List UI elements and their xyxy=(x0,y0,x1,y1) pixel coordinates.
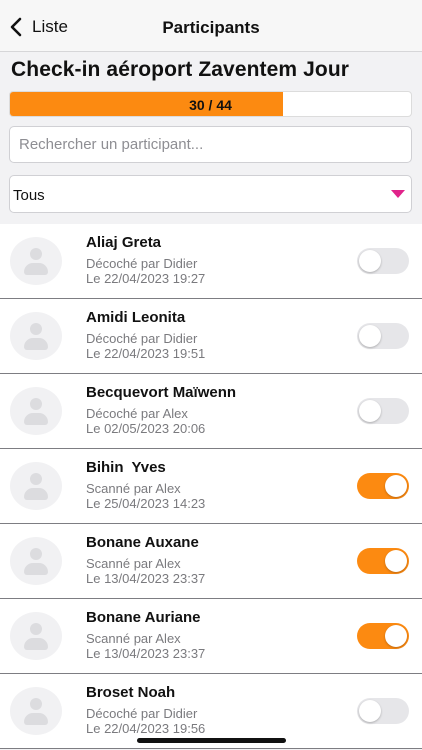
participant-name: Bihin Yves xyxy=(86,459,166,476)
checkin-toggle[interactable] xyxy=(357,398,409,424)
checkin-toggle[interactable] xyxy=(357,323,409,349)
checkin-toggle[interactable] xyxy=(357,473,409,499)
back-button[interactable]: Liste xyxy=(8,14,68,40)
avatar-placeholder-icon xyxy=(10,612,62,660)
avatar-placeholder-icon xyxy=(10,237,62,285)
participant-status: Décoché par Didier xyxy=(86,331,198,346)
home-indicator[interactable] xyxy=(137,738,286,743)
filter-selected-value: Tous xyxy=(13,187,45,204)
chevron-left-icon xyxy=(10,17,22,37)
participant-name: Bonane Auxane xyxy=(86,534,199,551)
back-label: Liste xyxy=(32,17,68,36)
toggle-knob xyxy=(385,550,407,572)
checkin-toggle[interactable] xyxy=(357,548,409,574)
participant-row[interactable]: Amidi Leonita Décoché par Didier Le 22/0… xyxy=(0,299,422,374)
toggle-knob xyxy=(385,625,407,647)
participant-row[interactable]: Becquevort Maïwenn Décoché par Alex Le 0… xyxy=(0,374,422,449)
toggle-knob xyxy=(359,400,381,422)
participant-date: Le 25/04/2023 14:23 xyxy=(86,496,206,511)
avatar-placeholder-icon xyxy=(10,312,62,360)
progress-label: 30 / 44 xyxy=(189,97,232,113)
checkin-toggle[interactable] xyxy=(357,698,409,724)
avatar-placeholder-icon xyxy=(10,537,62,585)
caret-down-icon xyxy=(391,190,405,198)
participant-row[interactable]: Bihin Yves Scanné par Alex Le 25/04/2023… xyxy=(0,449,422,524)
participant-status: Scanné par Alex xyxy=(86,481,181,496)
participant-name: Broset Noah xyxy=(86,684,176,701)
participant-status: Scanné par Alex xyxy=(86,556,181,571)
toggle-knob xyxy=(359,325,381,347)
participant-name: Amidi Leonita xyxy=(86,309,186,326)
participant-row[interactable]: Bonane Auriane Scanné par Alex Le 13/04/… xyxy=(0,599,422,674)
toggle-knob xyxy=(385,475,407,497)
participant-name: Bonane Auriane xyxy=(86,609,201,626)
checkin-toggle[interactable] xyxy=(357,623,409,649)
participant-status: Décoché par Alex xyxy=(86,406,188,421)
participant-list: Aliaj Greta Décoché par Didier Le 22/04/… xyxy=(0,224,422,749)
participant-date: Le 13/04/2023 23:37 xyxy=(86,646,206,661)
toggle-knob xyxy=(359,700,381,722)
participant-status: Décoché par Didier xyxy=(86,256,198,271)
participant-row[interactable]: Aliaj Greta Décoché par Didier Le 22/04/… xyxy=(0,224,422,299)
participant-status: Scanné par Alex xyxy=(86,631,181,646)
participant-status: Décoché par Didier xyxy=(86,706,198,721)
participant-row[interactable]: Bonane Auxane Scanné par Alex Le 13/04/2… xyxy=(0,524,422,599)
avatar-placeholder-icon xyxy=(10,462,62,510)
event-title: Check-in aéroport Zaventem Jour xyxy=(11,58,350,81)
participant-date: Le 02/05/2023 20:06 xyxy=(86,421,206,436)
toggle-knob xyxy=(359,250,381,272)
search-input[interactable] xyxy=(9,126,412,163)
participant-date: Le 22/04/2023 19:51 xyxy=(86,346,206,361)
participant-date: Le 13/04/2023 23:37 xyxy=(86,571,206,586)
participant-name: Aliaj Greta xyxy=(86,234,162,251)
participant-name: Becquevort Maïwenn xyxy=(86,384,237,401)
navigation-bar: Liste Participants xyxy=(0,0,422,52)
participant-date: Le 22/04/2023 19:56 xyxy=(86,721,206,736)
checkin-progress-bar: 30 / 44 xyxy=(9,91,412,117)
checkin-toggle[interactable] xyxy=(357,248,409,274)
avatar-placeholder-icon xyxy=(10,687,62,735)
avatar-placeholder-icon xyxy=(10,387,62,435)
filter-select[interactable]: Tous xyxy=(9,175,412,213)
participant-date: Le 22/04/2023 19:27 xyxy=(86,271,206,286)
